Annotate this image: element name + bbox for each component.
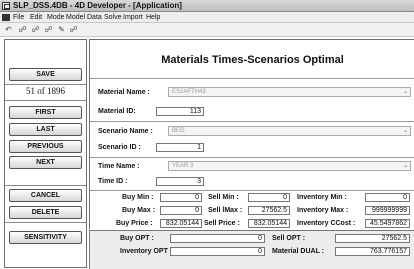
toolbar: ↶ ☍ ☍ ☍ ✎ ☍ xyxy=(0,23,414,37)
buy-min-field[interactable]: 0 xyxy=(160,193,202,202)
buy-max-label: Buy Max : xyxy=(122,207,156,214)
buy-price-label: Buy Price : xyxy=(116,220,153,227)
menu-mode[interactable]: Mode xyxy=(47,14,65,21)
time-name-value: YEAR 3 xyxy=(172,163,194,169)
delete-button[interactable]: DELETE xyxy=(9,206,82,219)
app-icon xyxy=(2,2,10,10)
chevron-down-icon: ⌄ xyxy=(402,89,408,95)
tool-icon-4[interactable]: ✎ xyxy=(56,25,67,35)
material-name-label: Material Name : xyxy=(98,89,150,96)
tool-icon-1[interactable]: ☍ xyxy=(17,25,28,35)
menu-model[interactable]: Model xyxy=(66,14,85,21)
save-button[interactable]: SAVE xyxy=(9,68,82,81)
menu-file[interactable]: File xyxy=(13,14,24,21)
buy-opt-field[interactable]: 0 xyxy=(170,234,265,243)
sensitivity-button[interactable]: SENSITIVITY xyxy=(9,231,82,244)
inventory-max-label: Inventory Max : xyxy=(297,207,349,214)
inventory-min-label: Inventory Min : xyxy=(297,194,347,201)
chevron-down-icon: ⌄ xyxy=(402,128,408,134)
sell-price-label: Sell Price : xyxy=(204,220,240,227)
title-bar: SLP_DSS.4DB - 4D Developer - [Applicatio… xyxy=(0,0,414,12)
time-name-label: Time Name : xyxy=(98,163,140,170)
menu-data[interactable]: Data xyxy=(87,14,102,21)
record-counter: 51 of 1896 xyxy=(26,86,65,96)
material-dual-label: Material DUAL : xyxy=(272,248,324,255)
material-id-field[interactable]: 113 xyxy=(156,107,204,116)
sell-opt-label: Sell OPT : xyxy=(272,235,306,242)
document-icon[interactable] xyxy=(2,14,10,21)
previous-button[interactable]: PREVIOUS xyxy=(9,140,82,153)
menu-solve[interactable]: Solve xyxy=(104,14,122,21)
sell-min-label: Sell Min : xyxy=(208,194,239,201)
scenario-name-value: BEG xyxy=(172,128,185,134)
sell-max-label: Sell lMax : xyxy=(208,207,243,214)
next-button[interactable]: NEXT xyxy=(9,156,82,169)
scenario-id-label: Scenario ID : xyxy=(98,144,141,151)
tool-icon-2[interactable]: ☍ xyxy=(30,25,41,35)
results-panel: Buy OPT : 0 Sell OPT : 27562.5 Inventory… xyxy=(89,230,414,269)
sell-min-field[interactable]: 0 xyxy=(248,193,290,202)
menu-import[interactable]: Import xyxy=(123,14,143,21)
chevron-down-icon: ⌄ xyxy=(402,163,408,169)
window-title: SLP_DSS.4DB - 4D Developer - [Applicatio… xyxy=(13,1,182,10)
divider xyxy=(5,185,86,186)
menu-edit[interactable]: Edit xyxy=(30,14,42,21)
main-form: Materials Times-Scenarios Optimal Materi… xyxy=(89,39,414,229)
inventory-cost-label: Inventory CCost : xyxy=(297,220,356,227)
last-button[interactable]: LAST xyxy=(9,123,82,136)
divider xyxy=(90,157,414,158)
material-name-select[interactable]: ES2AFTH43 ⌄ xyxy=(168,87,411,97)
menu-help[interactable]: Help xyxy=(146,14,160,21)
divider xyxy=(5,84,86,85)
divider xyxy=(90,190,414,191)
time-id-field[interactable]: 3 xyxy=(156,177,204,186)
divider xyxy=(90,78,414,79)
tool-icon-5[interactable]: ☍ xyxy=(68,25,79,35)
sidebar: SAVE 51 of 1896 FIRST LAST PREVIOUS NEXT… xyxy=(4,39,87,268)
material-id-label: Material ID: xyxy=(98,108,136,115)
sell-opt-field[interactable]: 27562.5 xyxy=(335,234,410,243)
undo-icon[interactable]: ↶ xyxy=(3,25,14,35)
scenario-name-select[interactable]: BEG ⌄ xyxy=(168,126,411,136)
scenario-name-label: Scenario Name : xyxy=(98,128,153,135)
divider xyxy=(90,121,414,122)
tool-icon-3[interactable]: ☍ xyxy=(43,25,54,35)
menu-bar: File Edit Mode Model Data Solve Import H… xyxy=(0,12,414,23)
sell-max-field[interactable]: 27562.5 xyxy=(248,206,290,215)
divider xyxy=(5,100,86,101)
first-button[interactable]: FIRST xyxy=(9,106,82,119)
scenario-id-field[interactable]: 1 xyxy=(156,143,204,152)
material-name-value: ES2AFTH43 xyxy=(172,89,206,95)
inventory-opt-label: Inventory OPT : xyxy=(120,248,173,255)
cancel-button[interactable]: CANCEL xyxy=(9,189,82,202)
page-title: Materials Times-Scenarios Optimal xyxy=(161,54,344,66)
material-dual-field[interactable]: 763.776157 xyxy=(335,247,410,256)
inventory-opt-field[interactable]: 0 xyxy=(170,247,265,256)
inventory-min-field[interactable]: 0 xyxy=(365,193,410,202)
buy-price-field[interactable]: 832.05144 xyxy=(160,219,202,228)
buy-max-field[interactable]: 0 xyxy=(160,206,202,215)
sell-price-field[interactable]: 832.05144 xyxy=(248,219,290,228)
buy-min-label: Buy Min : xyxy=(122,194,154,201)
inventory-cost-field[interactable]: 45.5497862 xyxy=(365,219,410,228)
buy-opt-label: Buy OPT : xyxy=(120,235,154,242)
divider xyxy=(5,222,86,223)
inventory-max-field[interactable]: 999999999 xyxy=(365,206,410,215)
time-id-label: Time ID : xyxy=(98,178,128,185)
time-name-select[interactable]: YEAR 3 ⌄ xyxy=(168,161,411,171)
